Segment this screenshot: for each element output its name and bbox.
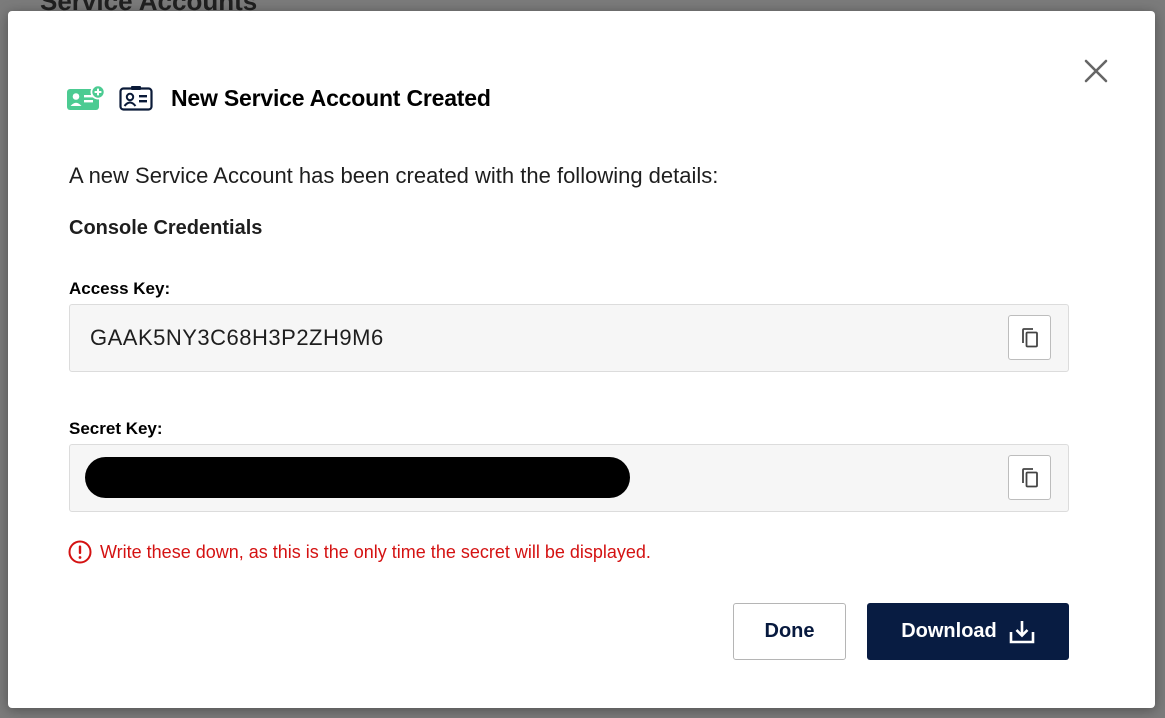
download-button-label: Download: [901, 620, 997, 642]
done-button[interactable]: Done: [733, 603, 846, 660]
section-title: Console Credentials: [69, 217, 263, 239]
secret-warning-text: Write these down, as this is the only ti…: [100, 541, 651, 562]
secret-key-field: [69, 444, 1069, 512]
add-id-card-icon: [67, 85, 105, 110]
copy-icon: [1021, 467, 1038, 487]
secret-key-redacted-value: [85, 457, 630, 498]
copy-access-key-button[interactable]: [1008, 315, 1051, 360]
dialog-title: New Service Account Created: [171, 84, 491, 111]
done-button-label: Done: [764, 620, 815, 642]
access-key-label: Access Key:: [69, 279, 171, 298]
close-button[interactable]: [1080, 55, 1112, 87]
intro-text: A new Service Account has been created w…: [69, 163, 719, 188]
copy-icon: [1021, 327, 1038, 347]
secret-warning: Write these down, as this is the only ti…: [68, 540, 651, 564]
dialog-header: New Service Account Created: [67, 83, 491, 113]
copy-secret-key-button[interactable]: [1008, 455, 1051, 500]
download-icon: [1009, 620, 1035, 643]
id-card-icon: [119, 86, 153, 111]
access-key-value[interactable]: GAAK5NY3C68H3P2ZH9M6: [90, 325, 384, 351]
alert-circle-icon: [68, 540, 92, 564]
access-key-field: GAAK5NY3C68H3P2ZH9M6: [69, 304, 1069, 372]
service-account-dialog: New Service Account Created A new Servic…: [8, 11, 1155, 708]
secret-key-label: Secret Key:: [69, 419, 163, 438]
close-icon: [1084, 59, 1108, 83]
download-button[interactable]: Download: [867, 603, 1069, 660]
